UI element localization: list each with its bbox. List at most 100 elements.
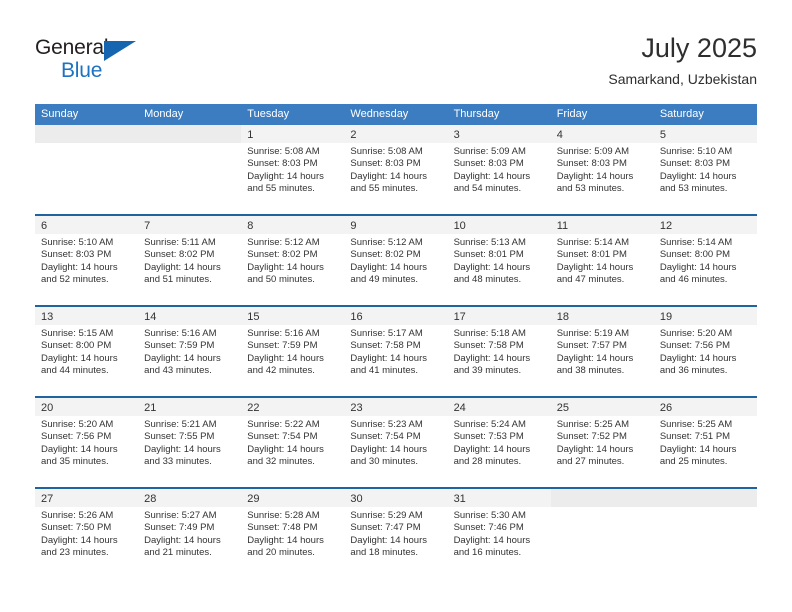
day-cell[interactable]: 19 Sunrise: 5:20 AM Sunset: 7:56 PM Dayl…: [653, 307, 757, 396]
day-number-band: 23: [344, 398, 448, 416]
sunrise-text: Sunrise: 5:27 AM: [144, 510, 217, 521]
day-number-band: 9: [344, 216, 448, 234]
day-number-band: 25: [550, 398, 654, 416]
day-cell[interactable]: 8 Sunrise: 5:12 AM Sunset: 8:02 PM Dayli…: [241, 216, 345, 305]
day-cell[interactable]: 18 Sunrise: 5:19 AM Sunset: 7:57 PM Dayl…: [550, 307, 654, 396]
day-cell[interactable]: 23 Sunrise: 5:23 AM Sunset: 7:54 PM Dayl…: [344, 398, 448, 487]
daylight-text-line1: Daylight: 14 hours: [556, 170, 634, 182]
sunset-text: Sunset: 7:57 PM: [556, 340, 627, 352]
day-number: 4: [556, 129, 563, 141]
day-number: 7: [144, 220, 151, 232]
sunset-text: Sunset: 8:02 PM: [247, 249, 318, 261]
day-number: 25: [556, 402, 569, 414]
title-block: July 2025 Samarkand, Uzbekistan: [608, 32, 757, 88]
day-details: Sunrise: 5:22 AM Sunset: 7:54 PM Dayligh…: [241, 416, 344, 469]
general-blue-logo[interactable]: General Blue: [35, 36, 165, 86]
sunrise-text: Sunrise: 5:14 AM: [556, 237, 630, 248]
day-cell[interactable]: 16 Sunrise: 5:17 AM Sunset: 7:58 PM Dayl…: [344, 307, 448, 396]
day-cell[interactable]: 29 Sunrise: 5:28 AM Sunset: 7:48 PM Dayl…: [241, 489, 345, 578]
day-number-band: 24: [447, 398, 551, 416]
day-cell[interactable]: [550, 489, 654, 578]
day-cell[interactable]: 5 Sunrise: 5:10 AM Sunset: 8:03 PM Dayli…: [653, 125, 757, 214]
daylight-text-line2: and 35 minutes.: [41, 456, 109, 468]
day-number-band: 2: [344, 125, 448, 143]
day-details: Sunrise: 5:12 AM Sunset: 8:02 PM Dayligh…: [344, 234, 447, 287]
sunrise-text: Sunrise: 5:15 AM: [41, 328, 114, 339]
sunrise-text: Sunrise: 5:25 AM: [556, 419, 630, 430]
day-number: 20: [41, 402, 54, 414]
daylight-text-line1: Daylight: 14 hours: [453, 443, 531, 455]
daylight-text-line2: and 23 minutes.: [41, 547, 109, 559]
sunset-text: Sunset: 7:46 PM: [453, 522, 524, 534]
daylight-text-line2: and 55 minutes.: [350, 183, 419, 195]
daylight-text-line2: and 55 minutes.: [247, 183, 315, 195]
day-cell[interactable]: 13 Sunrise: 5:15 AM Sunset: 8:00 PM Dayl…: [35, 307, 139, 396]
day-cell[interactable]: 12 Sunrise: 5:14 AM Sunset: 8:00 PM Dayl…: [653, 216, 757, 305]
day-cell[interactable]: [138, 125, 242, 214]
sunset-text: Sunset: 7:59 PM: [144, 340, 215, 352]
weekday-header-saturday: Saturday: [659, 108, 704, 120]
day-cell[interactable]: 1 Sunrise: 5:08 AM Sunset: 8:03 PM Dayli…: [241, 125, 345, 214]
day-details: Sunrise: 5:16 AM Sunset: 7:59 PM Dayligh…: [138, 325, 241, 378]
day-cell[interactable]: 3 Sunrise: 5:09 AM Sunset: 8:03 PM Dayli…: [447, 125, 551, 214]
day-number-band: 28: [138, 489, 242, 507]
daylight-text-line1: Daylight: 14 hours: [247, 534, 324, 546]
day-number-band: 31: [447, 489, 551, 507]
day-number: 31: [453, 493, 466, 505]
day-number-band: [653, 489, 757, 507]
day-cell[interactable]: 20 Sunrise: 5:20 AM Sunset: 7:56 PM Dayl…: [35, 398, 139, 487]
daylight-text-line1: Daylight: 14 hours: [41, 534, 118, 546]
sunrise-text: Sunrise: 5:19 AM: [556, 328, 630, 339]
day-cell[interactable]: 26 Sunrise: 5:25 AM Sunset: 7:51 PM Dayl…: [653, 398, 757, 487]
day-cell[interactable]: 4 Sunrise: 5:09 AM Sunset: 8:03 PM Dayli…: [550, 125, 654, 214]
daylight-text-line1: Daylight: 14 hours: [659, 443, 737, 455]
day-number-band: 19: [653, 307, 757, 325]
day-cell[interactable]: 21 Sunrise: 5:21 AM Sunset: 7:55 PM Dayl…: [138, 398, 242, 487]
day-cell[interactable]: 2 Sunrise: 5:08 AM Sunset: 8:03 PM Dayli…: [344, 125, 448, 214]
sunset-text: Sunset: 8:00 PM: [659, 249, 731, 261]
daylight-text-line2: and 25 minutes.: [659, 456, 728, 468]
daylight-text-line2: and 38 minutes.: [556, 365, 625, 377]
daylight-text-line1: Daylight: 14 hours: [247, 170, 324, 182]
day-cell[interactable]: [35, 125, 139, 214]
day-cell[interactable]: 10 Sunrise: 5:13 AM Sunset: 8:01 PM Dayl…: [447, 216, 551, 305]
sunrise-text: Sunrise: 5:30 AM: [453, 510, 526, 521]
day-number-band: 20: [35, 398, 139, 416]
day-cell[interactable]: 11 Sunrise: 5:14 AM Sunset: 8:01 PM Dayl…: [550, 216, 654, 305]
day-cell[interactable]: 28 Sunrise: 5:27 AM Sunset: 7:49 PM Dayl…: [138, 489, 242, 578]
day-cell[interactable]: [653, 489, 757, 578]
day-cell[interactable]: 17 Sunrise: 5:18 AM Sunset: 7:58 PM Dayl…: [447, 307, 551, 396]
day-cell[interactable]: 6 Sunrise: 5:10 AM Sunset: 8:03 PM Dayli…: [35, 216, 139, 305]
daylight-text-line2: and 49 minutes.: [350, 274, 419, 286]
sunset-text: Sunset: 8:01 PM: [453, 249, 524, 261]
day-details: Sunrise: 5:08 AM Sunset: 8:03 PM Dayligh…: [344, 143, 447, 196]
daylight-text-line1: Daylight: 14 hours: [350, 170, 427, 182]
daylight-text-line2: and 39 minutes.: [453, 365, 522, 377]
day-details: Sunrise: 5:23 AM Sunset: 7:54 PM Dayligh…: [344, 416, 447, 469]
day-cell[interactable]: 9 Sunrise: 5:12 AM Sunset: 8:02 PM Dayli…: [344, 216, 448, 305]
day-cell[interactable]: 14 Sunrise: 5:16 AM Sunset: 7:59 PM Dayl…: [138, 307, 242, 396]
day-number: 2: [350, 129, 357, 141]
daylight-text-line1: Daylight: 14 hours: [144, 534, 221, 546]
day-cell[interactable]: 24 Sunrise: 5:24 AM Sunset: 7:53 PM Dayl…: [447, 398, 551, 487]
day-number-band: 22: [241, 398, 345, 416]
day-cell[interactable]: 31 Sunrise: 5:30 AM Sunset: 7:46 PM Dayl…: [447, 489, 551, 578]
day-number-band: 29: [241, 489, 345, 507]
sunset-text: Sunset: 7:58 PM: [350, 340, 421, 352]
day-cell[interactable]: 22 Sunrise: 5:22 AM Sunset: 7:54 PM Dayl…: [241, 398, 345, 487]
day-cell[interactable]: 15 Sunrise: 5:16 AM Sunset: 7:59 PM Dayl…: [241, 307, 345, 396]
day-details: Sunrise: 5:20 AM Sunset: 7:56 PM Dayligh…: [654, 325, 757, 378]
sunset-text: Sunset: 7:56 PM: [41, 431, 112, 443]
day-number-band: 15: [241, 307, 345, 325]
day-details: Sunrise: 5:20 AM Sunset: 7:56 PM Dayligh…: [35, 416, 138, 469]
weekday-header-monday: Monday: [144, 108, 184, 120]
day-cell[interactable]: 7 Sunrise: 5:11 AM Sunset: 8:02 PM Dayli…: [138, 216, 242, 305]
day-cell[interactable]: 25 Sunrise: 5:25 AM Sunset: 7:52 PM Dayl…: [550, 398, 654, 487]
sunset-text: Sunset: 8:03 PM: [556, 158, 627, 170]
daylight-text-line2: and 43 minutes.: [144, 365, 212, 377]
sunset-text: Sunset: 7:47 PM: [350, 522, 421, 534]
day-cell[interactable]: 27 Sunrise: 5:26 AM Sunset: 7:50 PM Dayl…: [35, 489, 139, 578]
sunset-text: Sunset: 8:02 PM: [350, 249, 421, 261]
day-cell[interactable]: 30 Sunrise: 5:29 AM Sunset: 7:47 PM Dayl…: [344, 489, 448, 578]
day-number: 28: [144, 493, 157, 505]
